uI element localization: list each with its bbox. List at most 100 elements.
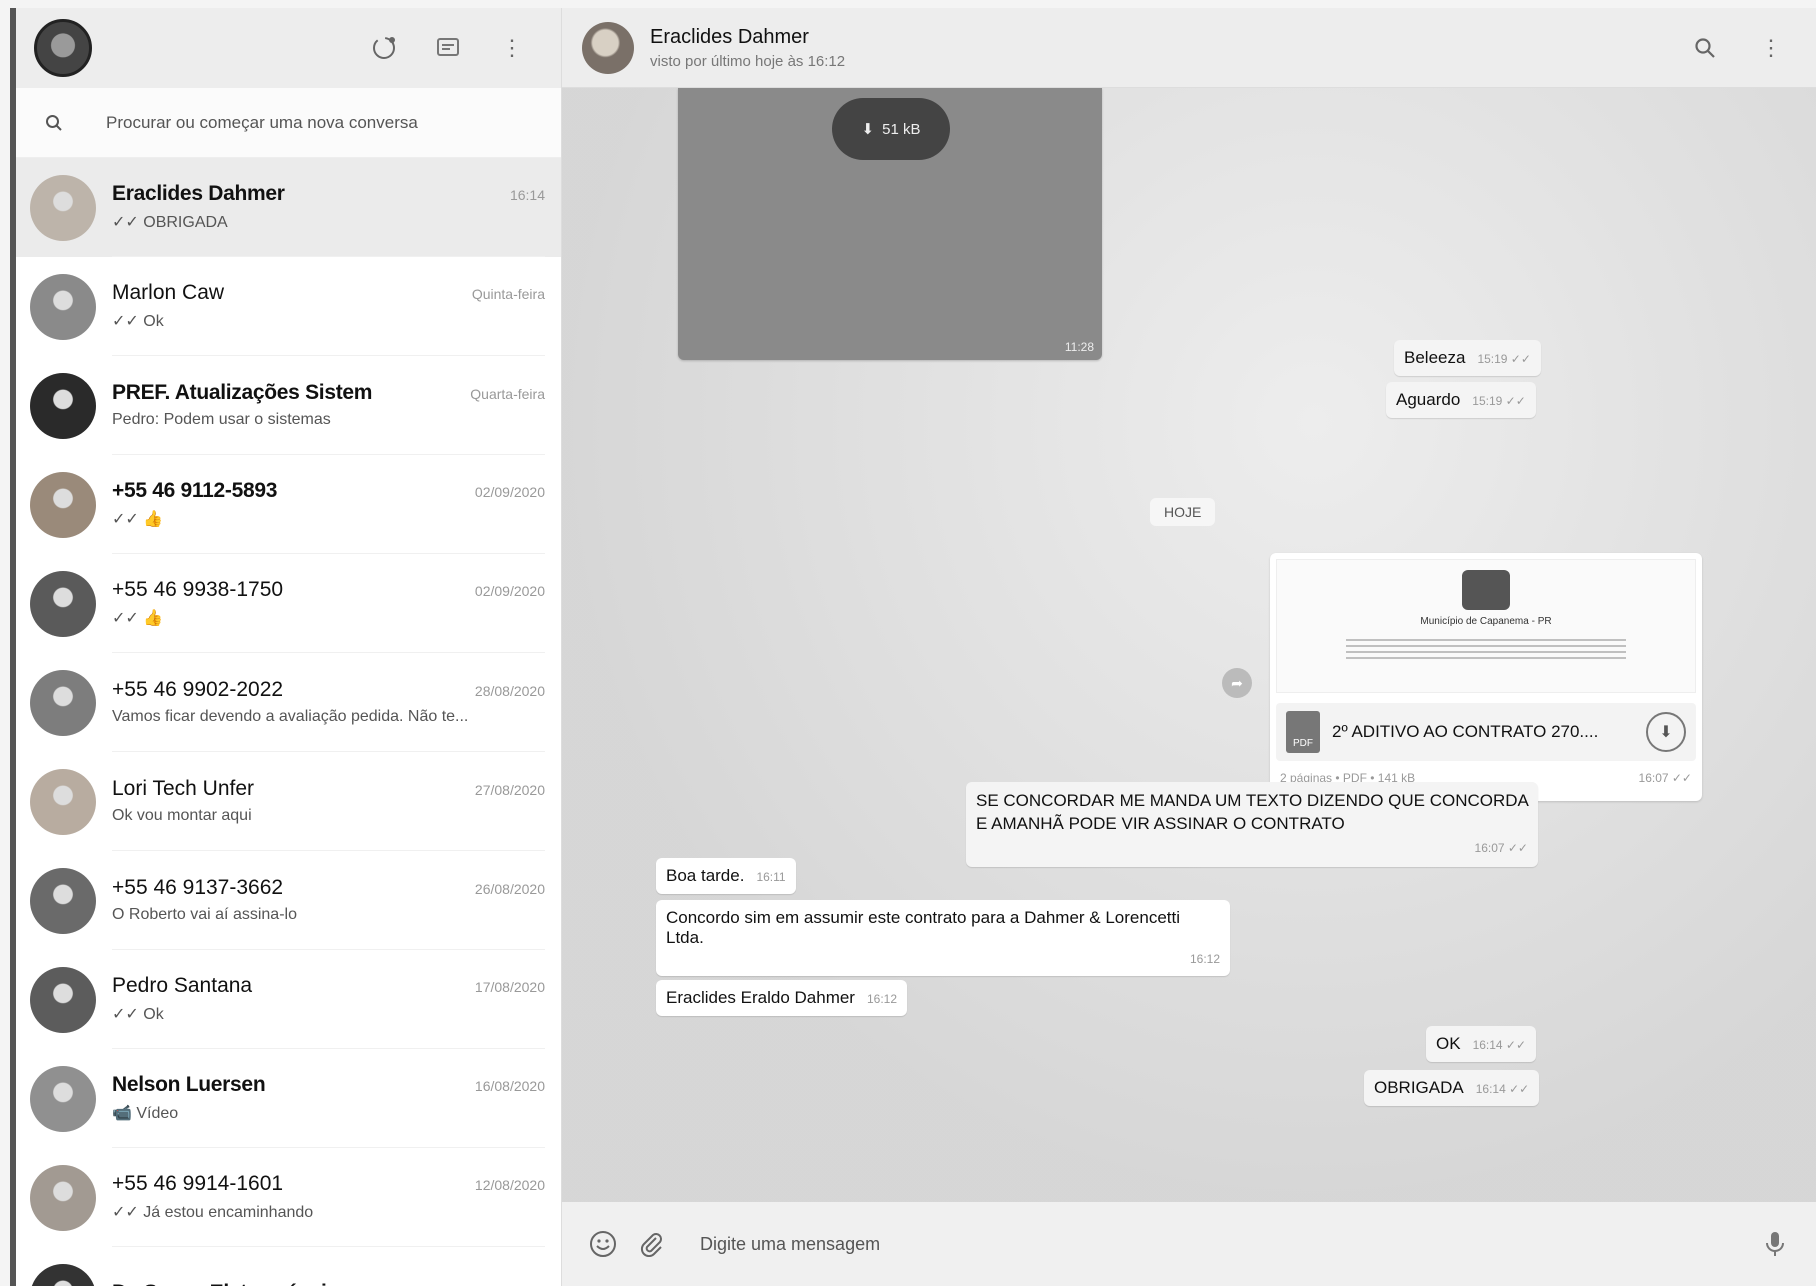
chat-info: +55 46 9137-3662 26/08/2020 O Roberto va…: [112, 851, 545, 950]
conversation-actions: ⋮: [1690, 33, 1786, 63]
chat-row: Eraclides Dahmer 16:14: [112, 182, 545, 206]
chat-list-item[interactable]: +55 46 9902-2022 28/08/2020 Vamos ficar …: [16, 653, 561, 752]
chat-avatar: [30, 867, 96, 934]
contact-meta: Eraclides Dahmer visto por último hoje à…: [650, 26, 845, 70]
chat-preview: ✓✓ Ok: [112, 313, 164, 330]
chat-avatar: [30, 1065, 96, 1132]
chat-row: De Souza Eletromóveis 12/08/2020: [112, 1281, 545, 1286]
search-icon[interactable]: [42, 108, 66, 138]
chat-list: Eraclides Dahmer 16:14 ✓✓ OBRIGADA Marlo…: [16, 158, 561, 1286]
conversation-header[interactable]: Eraclides Dahmer visto por último hoje à…: [562, 8, 1816, 88]
date-divider: HOJE: [1150, 498, 1216, 526]
chat-list-item[interactable]: +55 46 9112-5893 02/09/2020 ✓✓ 👍: [16, 455, 561, 554]
document-row[interactable]: PDF 2º ADITIVO AO CONTRATO 270.... ⬇: [1276, 703, 1696, 761]
message-outgoing[interactable]: Beleeza 15:19 ✓✓: [1394, 340, 1541, 376]
chat-row: +55 46 9914-1601 12/08/2020: [112, 1172, 545, 1196]
chat-time: 17/08/2020: [474, 979, 545, 995]
message-outgoing[interactable]: SE CONCORDAR ME MANDA UM TEXTO DIZENDO Q…: [966, 782, 1538, 867]
document-message[interactable]: Município de Capanema - PR PDF 2º ADITIV…: [1270, 553, 1702, 801]
chat-list-item[interactable]: De Souza Eletromóveis 12/08/2020: [16, 1247, 561, 1286]
microphone-icon[interactable]: [1760, 1229, 1790, 1259]
message-time: 16:14 ✓✓: [1472, 1038, 1527, 1052]
message-incoming[interactable]: Eraclides Eraldo Dahmer 16:12: [656, 980, 907, 1016]
chat-time: 02/09/2020: [474, 484, 545, 500]
chat-list-item[interactable]: Marlon Caw Quinta-feira ✓✓ Ok: [16, 257, 561, 356]
whatsapp-app: ⋮ Eraclides Dahmer 16:14 ✓✓ OBRIGADA Mar…: [10, 8, 1816, 1286]
chat-avatar: [30, 570, 96, 637]
chat-time: Quinta-feira: [471, 286, 545, 302]
status-icon[interactable]: [369, 33, 399, 63]
profile-avatar[interactable]: [34, 19, 92, 77]
chat-list-item[interactable]: PREF. Atualizações Sistem Quarta-feira P…: [16, 356, 561, 455]
chat-info: Pedro Santana 17/08/2020 ✓✓ Ok: [112, 950, 545, 1049]
chat-row: Pedro Santana 17/08/2020: [112, 974, 545, 998]
sidebar: ⋮ Eraclides Dahmer 16:14 ✓✓ OBRIGADA Mar…: [16, 8, 562, 1286]
chat-list-item[interactable]: Nelson Luersen 16/08/2020 📹 Vídeo: [16, 1049, 561, 1148]
chat-time: Quarta-feira: [470, 386, 545, 402]
chat-name: Lori Tech Unfer: [112, 777, 255, 800]
search-bar: [16, 88, 561, 158]
message-time: 16:12: [866, 992, 897, 1006]
chat-preview: ✓✓ Ok: [112, 1006, 164, 1023]
chat-row: Nelson Luersen 16/08/2020: [112, 1073, 545, 1097]
new-chat-icon[interactable]: [433, 33, 463, 63]
chat-row: +55 46 9137-3662 26/08/2020: [112, 876, 545, 900]
menu-icon[interactable]: ⋮: [497, 33, 527, 63]
chat-avatar: [30, 372, 96, 439]
message-incoming[interactable]: Concordo sim em assumir este contrato pa…: [656, 900, 1230, 976]
chat-list-item[interactable]: +55 46 9938-1750 02/09/2020 ✓✓ 👍: [16, 554, 561, 653]
menu-icon[interactable]: ⋮: [1756, 33, 1786, 63]
search-input[interactable]: [106, 112, 486, 133]
message-outgoing[interactable]: Aguardo 15:19 ✓✓: [1386, 382, 1536, 418]
message-text: Aguardo: [1396, 390, 1461, 409]
attach-icon[interactable]: [636, 1229, 666, 1259]
message-text: OK: [1436, 1034, 1461, 1053]
message-area[interactable]: ⬇ 51 kB 11:28 Beleeza 15:19 ✓✓ Aguardo 15:…: [562, 88, 1816, 1202]
sidebar-header: ⋮: [16, 8, 561, 88]
chat-avatar: [30, 1164, 96, 1231]
download-icon: ⬇: [861, 121, 875, 138]
message-input[interactable]: [692, 1233, 1760, 1255]
download-button[interactable]: ⬇ 51 kB: [832, 98, 950, 160]
chat-list-item[interactable]: Lori Tech Unfer 27/08/2020 Ok vou montar…: [16, 752, 561, 851]
chat-list-item[interactable]: +55 46 9137-3662 26/08/2020 O Roberto va…: [16, 851, 561, 950]
chat-preview: Pedro: Podem usar o sistemas: [112, 411, 331, 428]
message-incoming[interactable]: Boa tarde. 16:11: [656, 858, 796, 894]
chat-info: Lori Tech Unfer 27/08/2020 Ok vou montar…: [112, 752, 545, 851]
message-text: OBRIGADA: [1374, 1078, 1464, 1097]
message-outgoing[interactable]: OBRIGADA 16:14 ✓✓: [1364, 1070, 1540, 1106]
chat-time: 12/08/2020: [474, 1177, 545, 1193]
chat-name: De Souza Eletromóveis: [112, 1281, 338, 1286]
search-icon[interactable]: [1690, 33, 1720, 63]
chat-preview: Ok vou montar aqui: [112, 807, 252, 824]
message-outgoing[interactable]: OK 16:14 ✓✓: [1426, 1026, 1537, 1062]
chat-row: +55 46 9902-2022 28/08/2020: [112, 678, 545, 702]
chat-name: Marlon Caw: [112, 281, 225, 304]
chat-list-item[interactable]: Eraclides Dahmer 16:14 ✓✓ OBRIGADA: [16, 158, 561, 257]
image-message[interactable]: ⬇ 51 kB 11:28: [678, 88, 1102, 360]
chat-preview: O Roberto vai aí assina-lo: [112, 906, 297, 923]
chat-name: +55 46 9938-1750: [112, 578, 284, 601]
contact-name: Eraclides Dahmer: [650, 25, 809, 48]
chat-avatar: [30, 1263, 96, 1286]
contact-avatar[interactable]: [582, 21, 634, 74]
download-icon[interactable]: ⬇: [1646, 712, 1686, 752]
chat-name: +55 46 9112-5893: [112, 479, 278, 502]
message-text: Eraclides Eraldo Dahmer: [666, 988, 855, 1007]
chat-avatar: [30, 174, 96, 241]
chat-info: PREF. Atualizações Sistem Quarta-feira P…: [112, 356, 545, 455]
image-size: 51 kB: [882, 120, 921, 138]
chat-list-item[interactable]: +55 46 9914-1601 12/08/2020 ✓✓ Já estou …: [16, 1148, 561, 1247]
document-preview[interactable]: Município de Capanema - PR: [1276, 559, 1696, 693]
chat-row: +55 46 9112-5893 02/09/2020: [112, 479, 545, 503]
message-time: 16:07 ✓✓: [1474, 840, 1528, 855]
emoji-icon[interactable]: [588, 1229, 618, 1259]
forward-icon[interactable]: ➦: [1222, 668, 1252, 698]
chat-name: Nelson Luersen: [112, 1073, 266, 1096]
message-text: Boa tarde.: [666, 866, 745, 885]
chat-preview: ✓✓ Já estou encaminhando: [112, 1204, 314, 1221]
chat-list-item[interactable]: Pedro Santana 17/08/2020 ✓✓ Ok: [16, 950, 561, 1049]
chat-info: +55 46 9112-5893 02/09/2020 ✓✓ 👍: [112, 455, 545, 554]
chat-preview: 📹 Vídeo: [112, 1105, 179, 1122]
chat-name: +55 46 9902-2022: [112, 678, 284, 701]
